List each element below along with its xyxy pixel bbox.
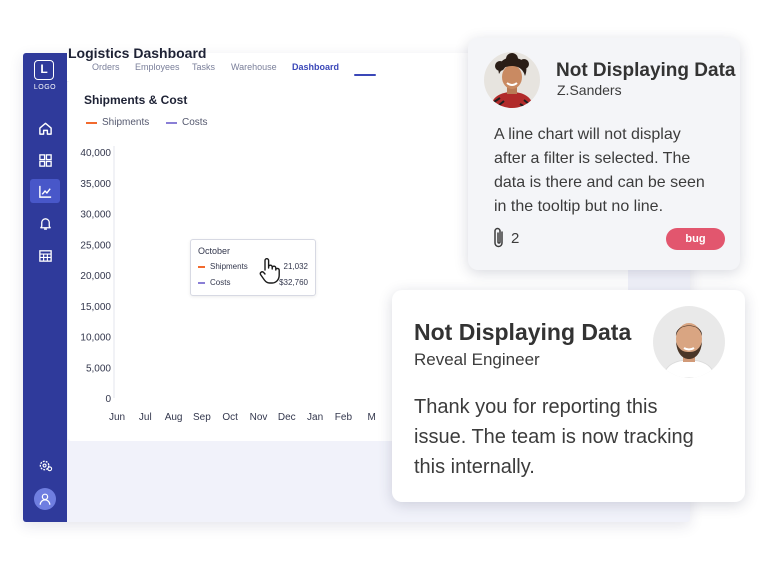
x-tick-label: M xyxy=(368,412,376,423)
reply-card[interactable]: Not Displaying Data Reveal Engineer Than… xyxy=(392,290,745,502)
sidebar-item-home[interactable] xyxy=(30,116,60,140)
issue-body-line: in the tooltip but no line. xyxy=(494,198,664,215)
tab-tasks[interactable]: Tasks xyxy=(192,62,215,72)
reporter-avatar xyxy=(484,52,540,108)
x-tick-label: Aug xyxy=(165,412,183,423)
legend-label: Costs xyxy=(182,117,208,128)
reply-body-line: issue. The team is now tracking xyxy=(414,426,694,448)
reporter-photo-icon xyxy=(484,52,540,108)
user-icon xyxy=(39,493,51,505)
user-avatar-button[interactable] xyxy=(34,488,56,510)
x-tick-label: Nov xyxy=(250,412,268,423)
x-tick-label: Jun xyxy=(109,412,125,423)
legend-swatch xyxy=(86,121,97,124)
y-tick-label: 30,000 xyxy=(80,210,111,221)
x-tick-label: Sep xyxy=(193,412,211,423)
tab-employees[interactable]: Employees xyxy=(135,62,180,72)
tab-orders[interactable]: Orders xyxy=(92,62,120,72)
logo-text: LOGO xyxy=(33,84,57,91)
x-tick-label: Oct xyxy=(222,412,238,423)
bell-icon xyxy=(39,217,51,230)
tooltip-label: Costs xyxy=(210,278,231,287)
sidebar-item-settings[interactable] xyxy=(30,453,60,477)
legend-swatch xyxy=(166,121,177,124)
tab-dashboard[interactable]: Dashboard xyxy=(292,62,339,72)
chart-title: Shipments & Cost xyxy=(84,93,188,107)
engineer-avatar xyxy=(653,306,725,378)
x-tick-label: Dec xyxy=(278,412,296,423)
calendar-icon xyxy=(38,249,52,262)
tab-warehouse[interactable]: Warehouse xyxy=(231,62,277,72)
reply-body: Thank you for reporting this issue. The … xyxy=(414,392,694,482)
tooltip-swatch xyxy=(198,265,205,268)
tooltip-row-costs: Costs $32,760 xyxy=(198,278,308,287)
issue-body-line: A line chart will not display xyxy=(494,126,681,143)
attachments[interactable]: 2 xyxy=(492,226,519,250)
sidebar-item-calendar[interactable] xyxy=(30,243,60,267)
settings-icon xyxy=(39,460,52,471)
y-tick-label: 20,000 xyxy=(80,271,111,282)
issue-body-line: after a filter is selected. The xyxy=(494,150,691,167)
reply-role: Reveal Engineer xyxy=(414,350,540,369)
x-tick-label: Jan xyxy=(307,412,323,423)
sidebar-item-analytics[interactable] xyxy=(30,179,60,203)
issue-title: Not Displaying Data xyxy=(556,60,736,81)
y-tick-label: 35,000 xyxy=(80,179,111,190)
issue-card[interactable]: Not Displaying Data Z.Sanders A line cha… xyxy=(468,38,740,270)
y-tick-label: 25,000 xyxy=(80,240,111,251)
y-tick-label: 5,000 xyxy=(86,363,111,374)
hand-cursor-icon xyxy=(259,258,280,284)
active-tab-indicator xyxy=(354,74,376,76)
reply-body-line: Thank you for reporting this xyxy=(414,396,658,418)
x-tick-label: Jul xyxy=(139,412,152,423)
paperclip-icon xyxy=(494,227,503,248)
reply-title: Not Displaying Data xyxy=(414,319,632,345)
chart-line-icon xyxy=(38,185,51,198)
tooltip-title: October xyxy=(198,246,231,256)
x-tick-label: Feb xyxy=(335,412,353,423)
sidebar-item-notifications[interactable] xyxy=(30,211,60,235)
page-title: Logistics Dashboard xyxy=(68,45,207,61)
tooltip-row-shipments: Shipments 21,032 xyxy=(198,262,308,271)
tooltip-value: $32,760 xyxy=(279,278,308,287)
grid-icon xyxy=(38,153,52,167)
attachment-count: 2 xyxy=(511,229,520,247)
legend-label: Shipments xyxy=(102,117,150,128)
sidebar: L LOGO xyxy=(23,53,67,522)
tooltip-label: Shipments xyxy=(210,262,248,271)
reply-body-line: this internally. xyxy=(414,456,535,478)
legend-costs[interactable]: Costs xyxy=(166,117,208,128)
legend-shipments[interactable]: Shipments xyxy=(86,117,149,128)
logo-icon: L xyxy=(34,60,54,80)
y-tick-label: 0 xyxy=(105,394,111,405)
y-tick-label: 10,000 xyxy=(80,333,111,344)
tooltip-swatch xyxy=(198,281,205,284)
tooltip-value: 21,032 xyxy=(283,262,308,271)
issue-body-line: data is there and can be seen xyxy=(494,174,705,191)
issue-body: A line chart will not display after a fi… xyxy=(494,123,705,219)
sidebar-item-grid[interactable] xyxy=(30,148,60,172)
chart-tooltip: October Shipments 21,032 Costs $32,760 xyxy=(190,239,316,296)
issue-author: Z.Sanders xyxy=(557,82,622,98)
y-tick-label: 40,000 xyxy=(80,148,111,159)
engineer-photo-icon xyxy=(653,306,725,378)
home-icon xyxy=(38,122,52,135)
y-tick-label: 15,000 xyxy=(80,302,111,313)
bug-badge[interactable]: bug xyxy=(666,228,725,250)
